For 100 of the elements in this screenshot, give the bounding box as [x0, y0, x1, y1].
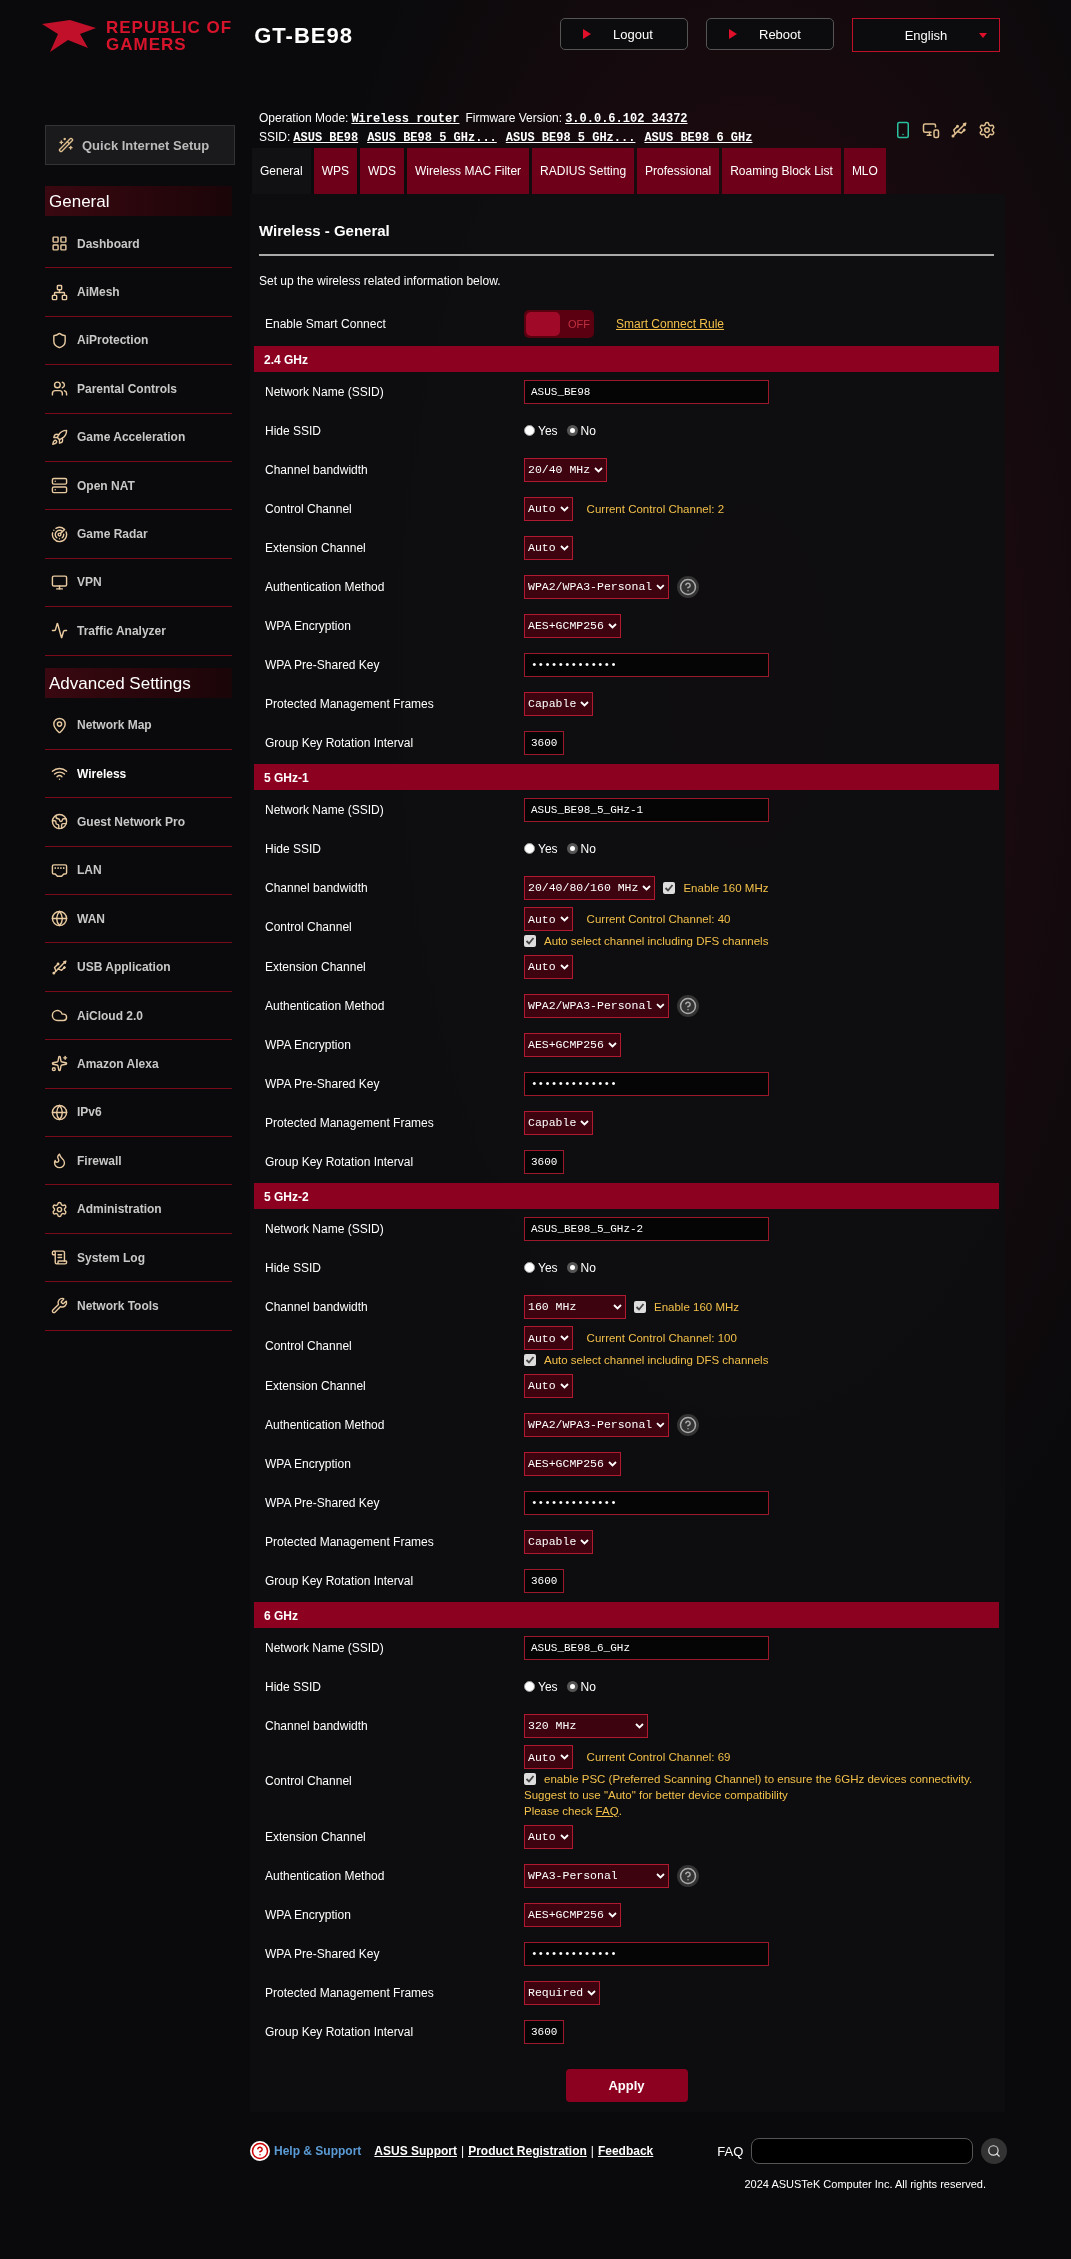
menu-item[interactable]: Game Acceleration	[45, 413, 232, 462]
radio-button[interactable]	[524, 843, 535, 854]
password-input[interactable]: •••••••••••••	[524, 1490, 769, 1515]
menu-item[interactable]: USB Application	[45, 943, 232, 992]
help-icon[interactable]	[677, 1864, 699, 1887]
ssid-link[interactable]: ASUS_BE98_5_GHz...	[367, 131, 497, 145]
dropdown[interactable]: Auto	[524, 1824, 573, 1849]
phone-icon[interactable]	[894, 121, 912, 139]
tab[interactable]: General	[252, 148, 311, 194]
radio-button[interactable]	[566, 1681, 578, 1692]
dropdown[interactable]: Capable	[524, 1529, 594, 1554]
dropdown[interactable]: Auto	[524, 1745, 573, 1769]
checkbox[interactable]	[634, 1300, 646, 1313]
ssid-input[interactable]: ASUS_BE98	[524, 379, 769, 404]
menu-item[interactable]: Traffic Analyzer	[45, 607, 232, 656]
checkbox[interactable]	[663, 881, 676, 894]
checkbox[interactable]	[524, 935, 536, 947]
help-icon[interactable]	[677, 994, 699, 1017]
menu-item[interactable]: VPN	[45, 558, 232, 608]
tab[interactable]: MLO	[843, 148, 886, 194]
dropdown[interactable]: AES+GCMP256	[524, 1451, 621, 1476]
checkbox[interactable]	[524, 1773, 536, 1785]
help-icon[interactable]	[677, 1413, 699, 1436]
menu-item[interactable]: Firewall	[45, 1137, 232, 1186]
dropdown[interactable]: AES+GCMP256	[524, 1032, 621, 1057]
menu-item[interactable]: AiProtection	[45, 316, 232, 366]
devices-icon[interactable]	[922, 121, 940, 139]
ssid-input[interactable]: ASUS_BE98_6_GHz	[524, 1635, 769, 1660]
dropdown[interactable]: WPA3-Personal	[524, 1863, 669, 1888]
search-button[interactable]	[981, 2138, 1008, 2164]
tab[interactable]: WPS	[313, 148, 358, 194]
rule-link[interactable]: Smart Connect Rule	[616, 317, 725, 331]
menu-item[interactable]: IPv6	[45, 1088, 232, 1138]
ssid-input[interactable]: ASUS_BE98_5_GHz-1	[524, 797, 769, 822]
ssid-link[interactable]: ASUS_BE98_5_GHz...	[505, 131, 636, 145]
ssid-link[interactable]: ASUS_BE98	[293, 131, 359, 145]
dropdown[interactable]: 20/40/80/160 MHz	[524, 875, 656, 900]
dropdown[interactable]: WPA2/WPA3-Personal	[524, 1412, 669, 1437]
interval-input[interactable]: 3600	[524, 2019, 564, 2044]
dropdown[interactable]: Auto	[524, 1326, 573, 1350]
tab[interactable]: Professional	[637, 148, 720, 194]
menu-item[interactable]: System Log	[45, 1233, 232, 1283]
menu-item[interactable]: Parental Controls	[45, 365, 232, 414]
radio-button[interactable]	[566, 1262, 578, 1273]
dropdown[interactable]: Capable	[524, 1110, 594, 1135]
menu-item[interactable]: Network Map	[45, 701, 232, 750]
help-link[interactable]: Help & Support	[274, 2144, 362, 2158]
menu-item[interactable]: Network Tools	[45, 1282, 232, 1331]
menu-item[interactable]: Dashboard	[45, 220, 232, 269]
mode-link[interactable]: Wireless router	[351, 112, 460, 126]
dropdown[interactable]: Auto	[524, 907, 573, 931]
dropdown[interactable]: AES+GCMP256	[524, 1902, 621, 1927]
radio-button[interactable]	[566, 843, 578, 854]
menu-item[interactable]: Guest Network Pro	[45, 798, 232, 847]
radio-button[interactable]	[524, 1681, 535, 1692]
faq-search-field[interactable]	[751, 2138, 974, 2164]
interval-input[interactable]: 3600	[524, 1149, 564, 1174]
tab[interactable]: Roaming Block List	[722, 148, 841, 194]
settings-icon[interactable]	[978, 121, 996, 139]
firmware-link[interactable]: 3.0.0.6.102_34372	[565, 112, 688, 126]
dropdown[interactable]: Auto	[524, 954, 573, 979]
ssid-link[interactable]: ASUS_BE98_6_GHz	[644, 131, 753, 145]
header-button[interactable]: Logout	[560, 18, 688, 50]
tab[interactable]: RADIUS Setting	[532, 148, 635, 194]
tab[interactable]: WDS	[360, 148, 405, 194]
menu-item[interactable]: Open NAT	[45, 461, 232, 511]
radio-button[interactable]	[524, 1262, 535, 1273]
menu-item[interactable]: Amazon Alexa	[45, 1040, 232, 1089]
menu-item[interactable]: AiCloud 2.0	[45, 991, 232, 1041]
help-icon[interactable]	[677, 575, 699, 598]
footer-link[interactable]: Product Registration	[468, 2144, 587, 2158]
dropdown[interactable]: Capable	[524, 691, 594, 716]
faq-link[interactable]: FAQ	[595, 1805, 619, 1817]
menu-item[interactable]: Administration	[45, 1185, 232, 1234]
radio-button[interactable]	[524, 425, 535, 436]
dropdown[interactable]: Auto	[524, 1373, 573, 1398]
ssid-input[interactable]: ASUS_BE98_5_GHz-2	[524, 1216, 769, 1241]
tab[interactable]: Wireless MAC Filter	[407, 148, 530, 194]
dropdown[interactable]: Auto	[524, 496, 573, 521]
footer-link[interactable]: Feedback	[597, 2144, 654, 2158]
header-button[interactable]: Reboot	[706, 18, 834, 50]
dropdown[interactable]: Required	[524, 1980, 601, 2005]
menu-item[interactable]: LAN	[45, 846, 232, 896]
dropdown[interactable]: Auto	[524, 535, 573, 560]
dropdown[interactable]: WPA2/WPA3-Personal	[524, 574, 669, 599]
checkbox[interactable]	[524, 1354, 536, 1366]
dropdown[interactable]: 20/40 MHz	[524, 457, 608, 482]
password-input[interactable]: •••••••••••••	[524, 652, 769, 677]
dropdown[interactable]: 320 MHz	[524, 1713, 648, 1738]
dropdown[interactable]: 160 MHz	[524, 1294, 626, 1319]
radio-button[interactable]	[566, 425, 578, 436]
language-select[interactable]: English	[852, 18, 1000, 52]
dropdown[interactable]: WPA2/WPA3-Personal	[524, 993, 669, 1018]
quick-setup-button[interactable]: Quick Internet Setup	[45, 125, 235, 165]
menu-item[interactable]: Wireless	[45, 749, 232, 799]
menu-item[interactable]: WAN	[45, 895, 232, 944]
menu-item[interactable]: Game Radar	[45, 510, 232, 559]
interval-input[interactable]: 3600	[524, 1568, 564, 1593]
password-input[interactable]: •••••••••••••	[524, 1071, 769, 1096]
dropdown[interactable]: AES+GCMP256	[524, 613, 621, 638]
